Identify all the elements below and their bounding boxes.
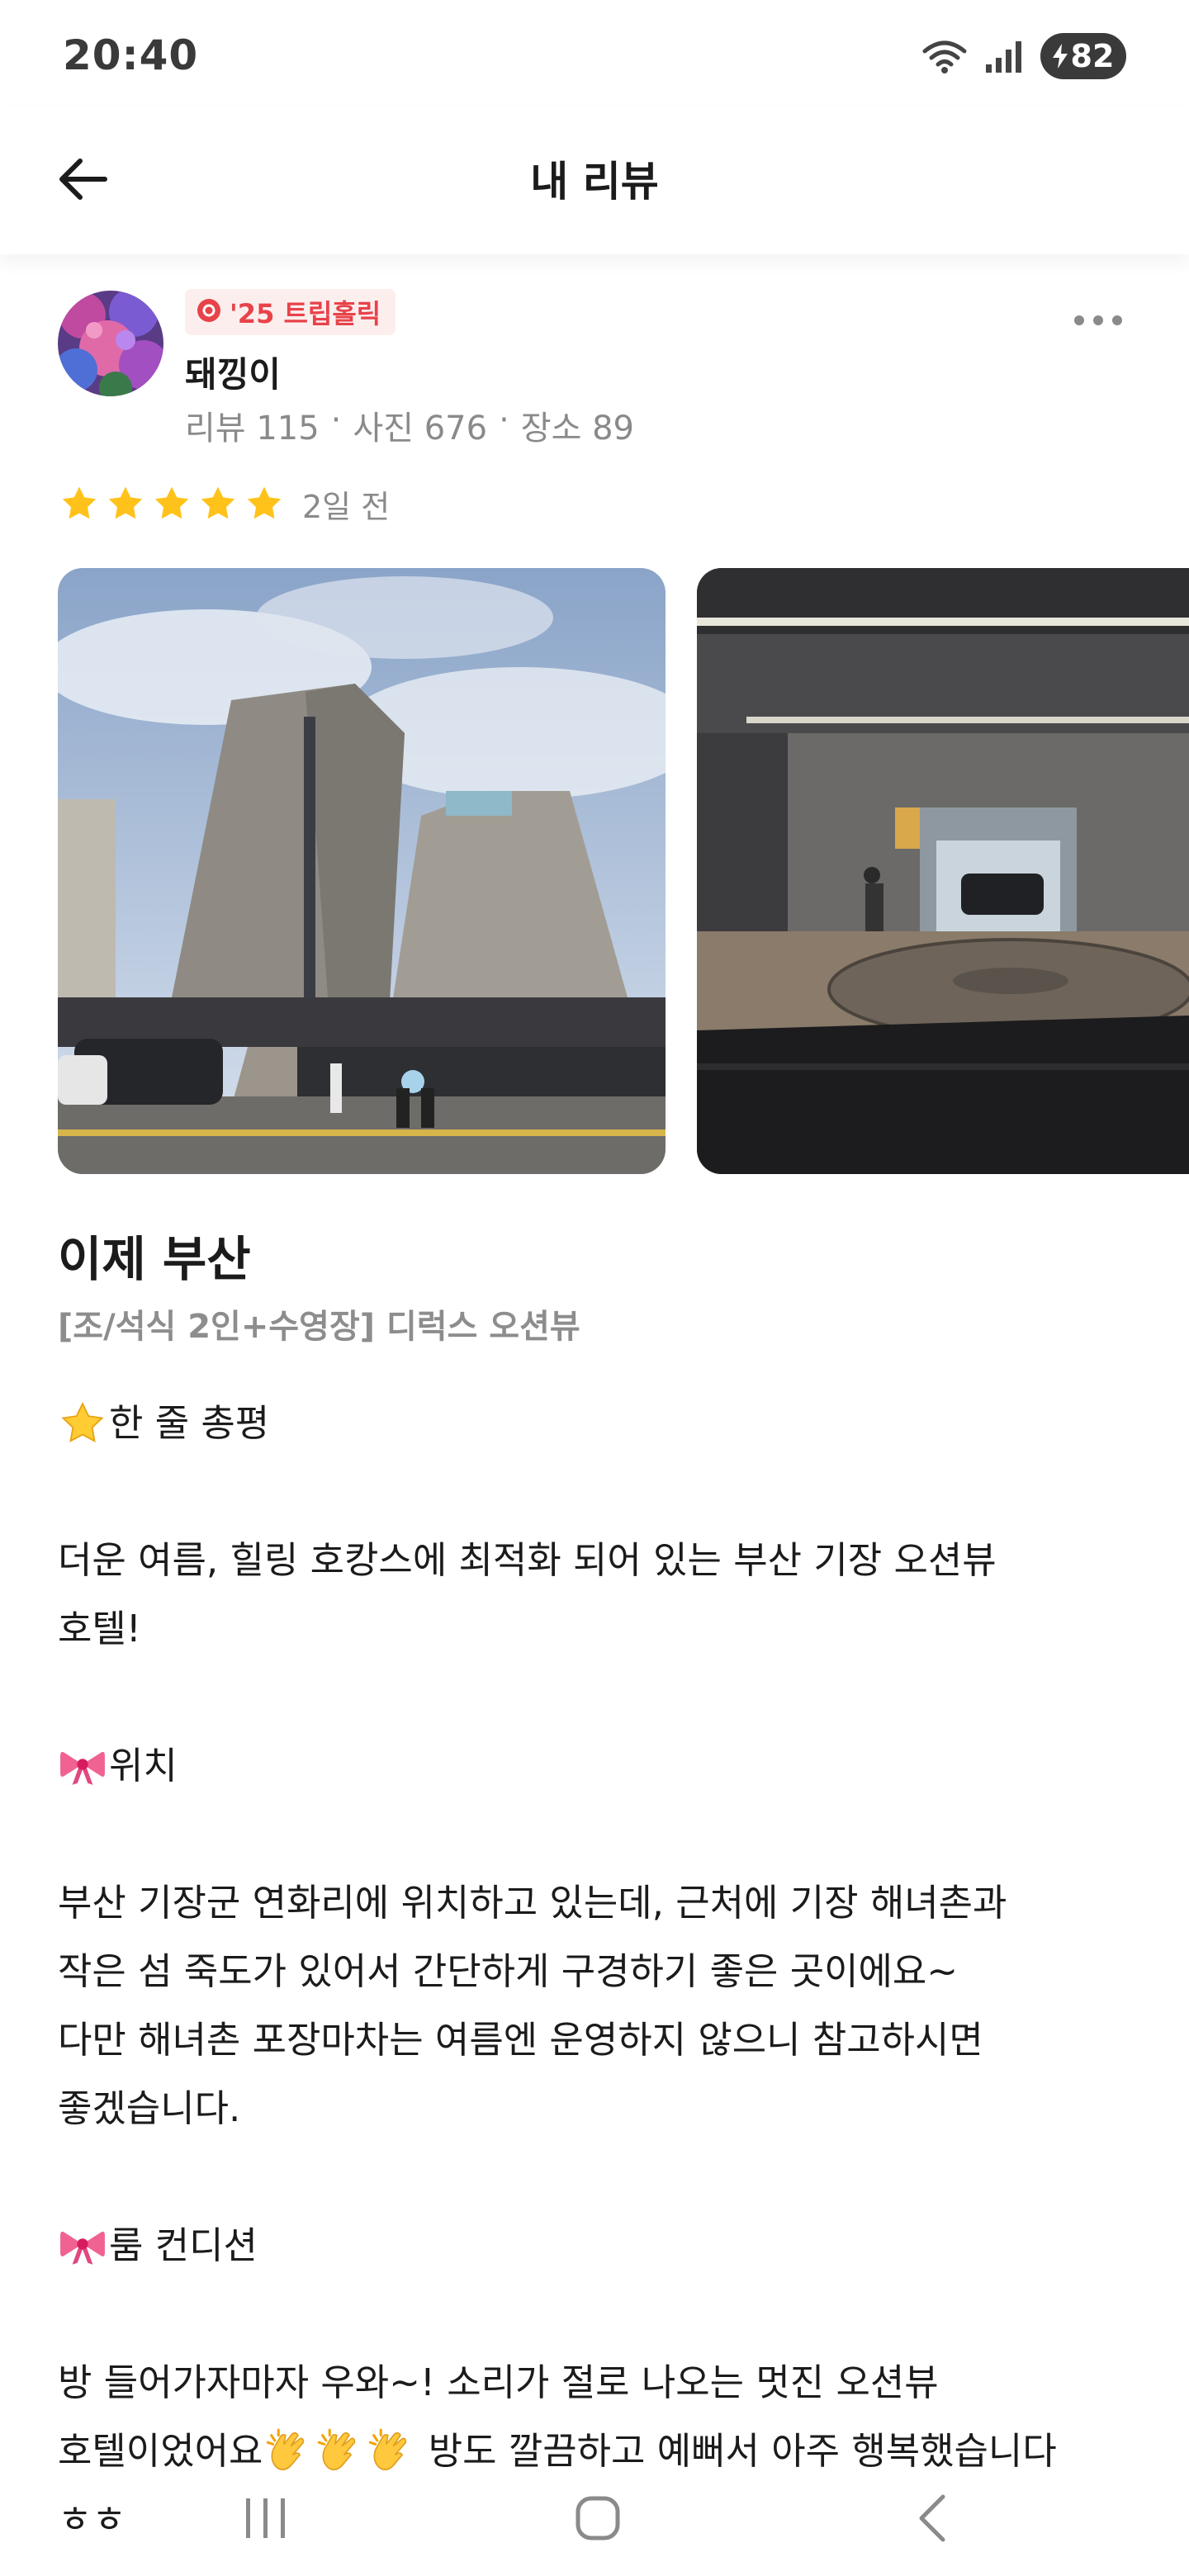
flower-badge-icon xyxy=(197,298,221,326)
review-line: 위치 xyxy=(58,1731,1139,1800)
review-line: 작은 섬 죽도가 있어서 간단하게 구경하기 좋은 곳이에요~ xyxy=(58,1937,1139,2005)
review-line-text: 부산 기장군 연화리에 위치하고 있는데, 근처에 기장 해녀촌과 xyxy=(58,1881,1007,1925)
recent-apps-button[interactable] xyxy=(216,2479,315,2561)
star-icon xyxy=(152,484,192,523)
badge-label: '25 트립홀릭 xyxy=(230,298,381,329)
wifi-icon xyxy=(921,38,968,74)
home-icon xyxy=(573,2493,623,2546)
reviewer-stats: 리뷰 115 · 사진 676 · 장소 89 xyxy=(185,401,634,449)
home-button[interactable] xyxy=(548,2479,647,2561)
stat-separator: · xyxy=(499,401,509,439)
review-line: 부산 기장군 연화리에 위치하고 있는데, 근처에 기장 해녀촌과 xyxy=(58,1868,1139,1937)
charging-icon xyxy=(1052,44,1068,69)
trip-badge: '25 트립홀릭 xyxy=(185,289,396,335)
review-line: 룸 컨디션 xyxy=(58,2211,1139,2280)
review-line xyxy=(58,2143,1139,2211)
reviewer-name[interactable]: 돼낑이 xyxy=(185,347,281,397)
chevron-left-icon xyxy=(915,2493,948,2546)
more-options-button[interactable] xyxy=(1065,301,1131,342)
ribbon-emoji-icon xyxy=(58,2221,107,2271)
recent-apps-icon xyxy=(241,2497,291,2543)
review-photo-parking[interactable] xyxy=(697,568,1189,1174)
star-icon xyxy=(198,484,238,523)
stat-separator: · xyxy=(330,401,342,439)
review-line-text: 방 들어가자마자 우와~! 소리가 절로 나오는 멋진 오션뷰 xyxy=(58,2361,939,2404)
ribbon-emoji-icon xyxy=(58,1741,107,1791)
star-icon xyxy=(244,484,284,523)
system-nav-bar xyxy=(0,2469,1189,2576)
room-type: [조/석식 2인+수영장] 디럭스 오션뷰 xyxy=(58,1308,580,1346)
status-icons: 82 xyxy=(921,33,1126,79)
review-line-text: 좋겠습니다. xyxy=(58,2086,241,2130)
review-line-text: 호텔! xyxy=(58,1607,141,1650)
rating-row: 2일 전 xyxy=(59,481,390,527)
place-name[interactable]: 이제 부산 xyxy=(58,1220,251,1290)
more-horizontal-icon xyxy=(1073,314,1123,329)
review-line: 방 들어가자마자 우와~! 소리가 절로 나오는 멋진 오션뷰 xyxy=(58,2348,1139,2417)
status-bar: 20:40 82 xyxy=(0,0,1189,107)
review-line: 더운 여름, 힐링 호캉스에 최적화 되어 있는 부산 기장 오션뷰 xyxy=(58,1526,1139,1594)
avatar[interactable] xyxy=(58,291,163,396)
photo-count: 사진 676 xyxy=(353,410,488,447)
review-line-text: 더운 여름, 힐링 호캉스에 최적화 되어 있는 부산 기장 오션뷰 xyxy=(58,1538,997,1582)
review-body: 한 줄 총평더운 여름, 힐링 호캉스에 최적화 되어 있는 부산 기장 오션뷰… xyxy=(58,1389,1139,2554)
review-line xyxy=(58,1800,1139,1868)
review-line-text: 다만 해녀촌 포장마차는 여름엔 운영하지 않으니 참고하시면 xyxy=(58,2018,983,2062)
review-line xyxy=(58,1457,1139,1526)
review-line-text: 작은 섬 죽도가 있어서 간단하게 구경하기 좋은 곳이에요~ xyxy=(58,1949,959,1993)
app-bar: 내 리뷰 xyxy=(0,107,1189,254)
review-line: 호텔! xyxy=(58,1594,1139,1663)
review-date: 2일 전 xyxy=(302,488,391,525)
review-line-text: 위치 xyxy=(109,1744,178,1788)
review-count: 리뷰 115 xyxy=(185,410,320,447)
review-line: 좋겠습니다. xyxy=(58,2074,1139,2143)
star-icon xyxy=(106,484,145,523)
review-line xyxy=(58,1663,1139,1731)
status-time: 20:40 xyxy=(63,31,199,79)
review-photo-building[interactable] xyxy=(58,568,666,1174)
battery-indicator: 82 xyxy=(1040,33,1126,79)
star-emoji-icon xyxy=(58,1399,107,1448)
place-count: 장소 89 xyxy=(520,410,634,447)
page-title: 내 리뷰 xyxy=(530,158,659,206)
photo-carousel[interactable] xyxy=(58,568,1189,1174)
star-rating xyxy=(59,484,284,523)
system-back-button[interactable] xyxy=(882,2479,981,2561)
review-line: 다만 해녀촌 포장마차는 여름엔 운영하지 않으니 참고하시면 xyxy=(58,2005,1139,2074)
battery-level: 82 xyxy=(1070,38,1115,74)
review-line-text: 룸 컨디션 xyxy=(109,2223,258,2267)
review-line xyxy=(58,2280,1139,2348)
review-line: 한 줄 총평 xyxy=(58,1389,1139,1457)
signal-icon xyxy=(984,38,1024,74)
star-icon xyxy=(59,484,99,523)
review-line-text: 한 줄 총평 xyxy=(109,1401,270,1445)
